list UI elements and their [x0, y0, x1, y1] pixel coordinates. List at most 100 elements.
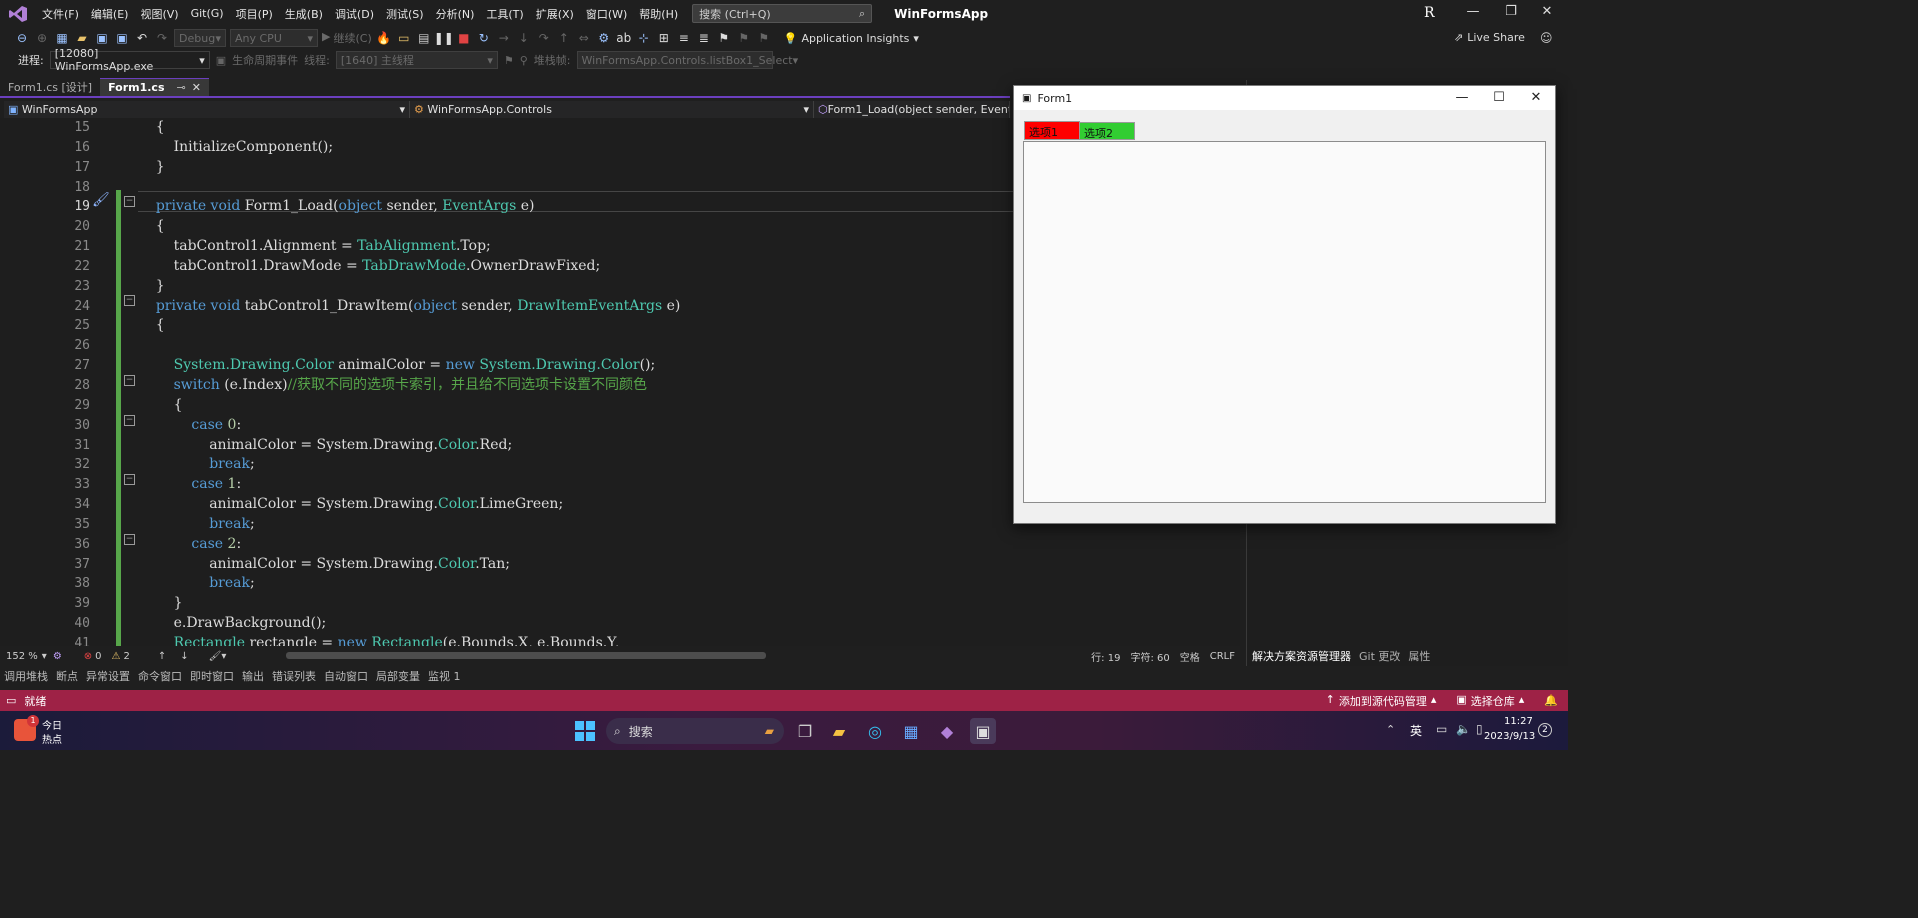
open-folder-icon[interactable]: ▰ — [74, 30, 90, 46]
bookmark-prev-icon[interactable]: ⚑ — [736, 30, 752, 46]
diagnostic-icon[interactable]: ⚙ — [596, 30, 612, 46]
redo-icon[interactable]: ↷ — [154, 30, 170, 46]
taskbar-search[interactable]: ⌕ 搜索 ▰ — [606, 718, 784, 744]
bookmark-next-icon[interactable]: ⚑ — [756, 30, 772, 46]
menu-window[interactable]: 窗口(W) — [580, 6, 633, 22]
widget-subtitle[interactable]: 热点 — [42, 731, 62, 746]
tab-form1-designer[interactable]: Form1.cs [设计] — [0, 78, 100, 96]
menu-help[interactable]: 帮助(H) — [633, 6, 684, 22]
user-avatar[interactable]: R — [1424, 5, 1440, 21]
tab-solution-explorer[interactable]: 解决方案资源管理器 — [1252, 648, 1351, 664]
notification-count[interactable]: 2 — [1538, 723, 1552, 737]
save-icon[interactable]: ▣ — [94, 30, 110, 46]
tab-watch-1[interactable]: 监视 1 — [428, 668, 461, 684]
tab-call-stack[interactable]: 调用堆栈 — [4, 668, 48, 684]
code-cleanup-icon[interactable]: 🖌▾ — [209, 651, 227, 662]
tab-git-changes[interactable]: Git 更改 — [1359, 648, 1400, 664]
horizontal-scrollbar[interactable] — [286, 652, 766, 659]
form-minimize-icon[interactable]: — — [1445, 88, 1479, 108]
code-line[interactable]: break; — [138, 574, 680, 594]
fold-toggle-icon[interactable]: − — [124, 474, 135, 485]
tab-option-1[interactable]: 选项1 — [1024, 121, 1080, 140]
platform-select[interactable]: Any CPU ▾ — [230, 29, 318, 47]
prev-issue-icon[interactable]: ↑ — [158, 651, 166, 662]
code-line[interactable]: } — [138, 594, 680, 614]
code-line[interactable]: break; — [138, 515, 680, 535]
menu-tools[interactable]: 工具(T) — [480, 6, 529, 22]
member-select[interactable]: ⬡Form1_Load(object sender, EventArgs e) — [814, 100, 1010, 118]
process-select[interactable]: [12080] WinFormsApp.exe ▾ — [49, 47, 210, 73]
menu-edit[interactable]: 编辑(E) — [85, 6, 135, 22]
battery-icon[interactable]: ▯ — [1476, 722, 1483, 736]
close-tab-icon[interactable]: ✕ — [192, 81, 201, 94]
source-code[interactable]: { InitializeComponent(); } private void … — [138, 118, 681, 646]
minimize-icon[interactable]: — — [1458, 4, 1488, 19]
code-line[interactable]: case 0: — [138, 416, 680, 436]
browse-icon[interactable]: ▭ — [396, 30, 412, 46]
code-line[interactable]: animalColor = System.Drawing.Color.Red; — [138, 436, 680, 456]
clock-date[interactable]: 2023/9/13 — [1484, 731, 1535, 742]
form-maximize-icon[interactable]: ☐ — [1482, 88, 1516, 108]
form-close-icon[interactable]: ✕ — [1519, 88, 1553, 108]
code-line[interactable]: InitializeComponent(); — [138, 138, 680, 158]
hot-reload-icon[interactable]: 🔥 — [376, 30, 392, 46]
code-line[interactable]: animalColor = System.Drawing.Color.LimeG… — [138, 495, 680, 515]
code-line[interactable]: private void tabControl1_DrawItem(object… — [138, 297, 681, 317]
layout-icon[interactable]: ▤ — [416, 30, 432, 46]
code-line[interactable]: } — [138, 277, 680, 297]
tab-form1-cs[interactable]: Form1.cs ⊸ ✕ — [100, 78, 209, 96]
code-line[interactable]: { — [138, 118, 680, 138]
flag-icon[interactable]: ⚑ — [504, 54, 514, 67]
menu-analyze[interactable]: 分析(N) — [430, 6, 481, 22]
feedback-icon[interactable]: ☺ — [1540, 31, 1553, 45]
network-icon[interactable]: ▭ — [1436, 722, 1447, 736]
uncomment-icon[interactable]: ≣ — [696, 30, 712, 46]
zoom-dropdown-icon[interactable]: ▾ — [42, 651, 47, 662]
code-line[interactable] — [138, 336, 680, 356]
spellcheck-icon[interactable]: ab — [616, 30, 632, 46]
tab-locals[interactable]: 局部变量 — [376, 668, 420, 684]
menu-test[interactable]: 测试(S) — [380, 6, 430, 22]
code-line[interactable]: System.Drawing.Color animalColor = new S… — [138, 356, 680, 376]
menu-project[interactable]: 项目(P) — [230, 6, 279, 22]
thread-select[interactable]: [1640] 主线程 ▾ — [335, 51, 498, 69]
fold-toggle-icon[interactable]: − — [124, 415, 135, 426]
step-into-icon[interactable]: ↓ — [516, 30, 532, 46]
task-view-icon[interactable]: ❐ — [792, 718, 818, 744]
restart-icon[interactable]: ↻ — [476, 30, 492, 46]
code-line[interactable]: private void Form1_Load(object sender, E… — [138, 197, 680, 217]
menu-extensions[interactable]: 扩展(X) — [530, 6, 580, 22]
code-line[interactable]: { — [138, 316, 680, 336]
tab-breakpoints[interactable]: 断点 — [56, 668, 78, 684]
zoom-level[interactable]: 152 % — [6, 651, 38, 662]
error-count[interactable]: 0 — [95, 651, 101, 662]
code-line[interactable]: case 2: — [138, 535, 680, 555]
select-repository-button[interactable]: ▣ 选择仓库 ▴ — [1456, 693, 1524, 709]
line-ending[interactable]: CRLF — [1210, 651, 1235, 662]
widget-title[interactable]: 今日 — [42, 717, 62, 732]
app-insights-button[interactable]: 💡 Application Insights ▾ — [784, 32, 919, 45]
code-line[interactable]: case 1: — [138, 475, 680, 495]
tab-properties[interactable]: 属性 — [1408, 648, 1430, 664]
menu-debug[interactable]: 调试(D) — [329, 6, 380, 22]
step-out-icon[interactable]: ↑ — [556, 30, 572, 46]
menu-file[interactable]: 文件(F) — [36, 6, 85, 22]
visual-studio-taskbar-icon[interactable]: ◆ — [934, 718, 960, 744]
fold-toggle-icon[interactable]: − — [124, 295, 135, 306]
code-line[interactable]: Rectangle rectangle = new Rectangle(e.Bo… — [138, 634, 680, 646]
tab-autos[interactable]: 自动窗口 — [324, 668, 368, 684]
step-over-icon[interactable]: ↷ — [536, 30, 552, 46]
bookmark-icon[interactable]: ⚑ — [716, 30, 732, 46]
next-issue-icon[interactable]: ↓ — [180, 651, 188, 662]
live-tree-icon[interactable]: ⊞ — [656, 30, 672, 46]
project-select[interactable]: ▣ WinFormsApp ▾ — [4, 100, 410, 118]
close-icon[interactable]: ✕ — [1532, 4, 1562, 19]
fold-toggle-icon[interactable]: − — [124, 375, 135, 386]
configuration-select[interactable]: Debug ▾ — [174, 29, 226, 47]
lifecycle-events[interactable]: 生命周期事件 — [232, 52, 298, 68]
fold-toggle-icon[interactable]: − — [124, 534, 135, 545]
tab-immediate-window[interactable]: 即时窗口 — [190, 668, 234, 684]
stop-icon[interactable]: ■ — [456, 30, 472, 46]
winforms-app-taskbar-icon[interactable]: ▣ — [970, 718, 996, 744]
code-line[interactable]: switch (e.Index)//获取不同的选项卡索引，并且给不同选项卡设置不… — [138, 376, 680, 396]
